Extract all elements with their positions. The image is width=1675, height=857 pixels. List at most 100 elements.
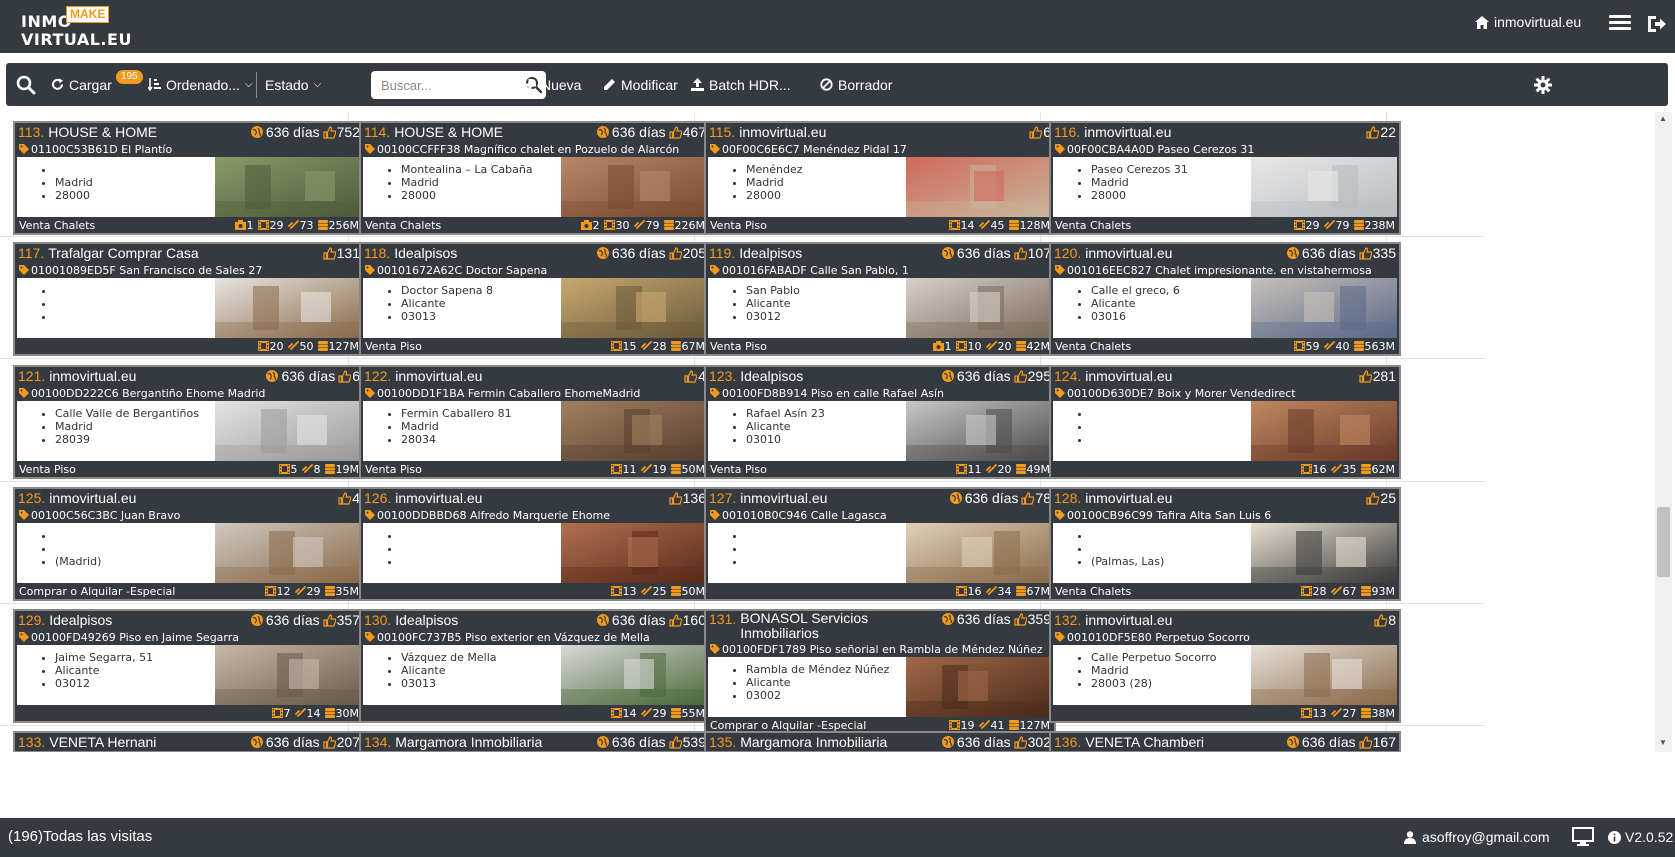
listing-thumbnail[interactable] xyxy=(215,401,361,461)
listing-thumbnail[interactable] xyxy=(906,157,1052,217)
listing-thumbnail[interactable] xyxy=(561,157,707,217)
listing-likes[interactable]: 131 xyxy=(323,245,360,261)
modificar-button[interactable]: Modificar xyxy=(603,63,678,106)
listing-likes[interactable]: 357 xyxy=(323,612,360,628)
visits-filter-label[interactable]: (196)Todas las visitas xyxy=(8,828,152,845)
monitor-icon[interactable] xyxy=(1572,827,1594,846)
listing-thumbnail[interactable] xyxy=(561,401,707,461)
listing-size-label: 128M xyxy=(1019,218,1051,232)
listing-likes[interactable]: 752 xyxy=(323,124,360,140)
listing-card[interactable]: 113. HOUSE & HOME 636 días 752 01100C53B61D … xyxy=(13,121,365,235)
listing-card[interactable]: 124. inmovirtual.eu 281 00100D630DE7 Boix y… xyxy=(1049,365,1401,479)
listing-thumbnail[interactable] xyxy=(215,645,361,705)
batch-hdr-button[interactable]: Batch HDR... xyxy=(691,63,791,106)
listing-card[interactable]: 133. VENETA Hernani 636 días 207 xyxy=(13,731,365,752)
listing-thumbnail[interactable] xyxy=(906,657,1052,717)
listing-thumbnail[interactable] xyxy=(561,645,707,705)
logout-icon[interactable] xyxy=(1645,13,1667,35)
listing-card[interactable]: 127. inmovirtual.eu 636 días 78 001010B0C946… xyxy=(704,487,1056,601)
tag-icon xyxy=(1055,510,1065,520)
brand-logo[interactable]: INMO MAKE VIRTUAL.EU xyxy=(21,6,141,49)
listing-card[interactable]: 118. Idealpisos 636 días 205 00101672A62C Do… xyxy=(359,242,711,356)
listing-likes[interactable]: 22 xyxy=(1366,124,1396,140)
listing-card[interactable]: 120. inmovirtual.eu 636 días 335 001016EEC82… xyxy=(1049,242,1401,356)
listing-likes[interactable]: 207 xyxy=(323,734,360,750)
listing-card[interactable]: 121. inmovirtual.eu 636 días 6 00100DD222C6 … xyxy=(13,365,365,479)
listing-thumbnail[interactable] xyxy=(906,278,1052,338)
listing-card[interactable]: 136. VENETA Chamberi 636 días 167 xyxy=(1049,731,1401,752)
listing-thumbnail[interactable] xyxy=(1251,523,1397,583)
listing-likes[interactable]: 167 xyxy=(1359,734,1396,750)
listing-likes[interactable]: 136 xyxy=(669,490,706,506)
listing-card[interactable]: 132. inmovirtual.eu 8 001010DF5E80 Perpetuo… xyxy=(1049,609,1401,723)
listing-likes[interactable]: 6 xyxy=(338,368,360,384)
listing-card[interactable]: 128. inmovirtual.eu 25 00100CB96C99 Tafira … xyxy=(1049,487,1401,601)
listing-likes[interactable]: 25 xyxy=(1366,490,1396,506)
toolbar-search-button[interactable] xyxy=(16,63,36,106)
listing-card[interactable]: 122. inmovirtual.eu 4 00100DD1F1BA Fermin C… xyxy=(359,365,711,479)
user-account[interactable]: asoffroy@gmail.com xyxy=(1404,829,1550,845)
listing-likes[interactable]: 281 xyxy=(1359,368,1396,384)
scroll-down-arrow-icon[interactable]: ▼ xyxy=(1659,738,1667,747)
listing-card[interactable]: 123. Idealpisos 636 días 295 00100FD8B914 Pi… xyxy=(704,365,1056,479)
listing-address-line: Alicante xyxy=(1091,297,1180,310)
listing-likes[interactable]: 205 xyxy=(669,245,706,261)
scroll-up-arrow-icon[interactable]: ▲ xyxy=(1659,114,1667,123)
listing-card[interactable]: 115. inmovirtual.eu 6 00F00C6E6C7 Menéndez … xyxy=(704,121,1056,235)
listing-likes[interactable]: 78 xyxy=(1021,490,1051,506)
listing-thumbnail[interactable] xyxy=(215,157,361,217)
upload-icon xyxy=(691,78,704,91)
listing-thumbnail[interactable] xyxy=(906,401,1052,461)
listing-likes[interactable]: 359 xyxy=(1014,611,1051,627)
listing-card[interactable]: 131. BONASOL Servicios Inmobiliarios 636 d… xyxy=(704,609,1056,735)
listing-thumbnail[interactable] xyxy=(561,278,707,338)
listing-thumbnail[interactable] xyxy=(1251,278,1397,338)
nueva-button[interactable]: Nueva xyxy=(524,63,581,106)
listing-card[interactable]: 117. Trafalgar Comprar Casa 131 01001089ED5… xyxy=(13,242,365,356)
listing-thumbnail[interactable] xyxy=(215,523,361,583)
listing-card[interactable]: 116. inmovirtual.eu 22 00F00CBA4A0D Paseo C… xyxy=(1049,121,1401,235)
link-icon xyxy=(985,341,997,350)
listing-card[interactable]: 125. inmovirtual.eu 4 00100C56C3BC Juan Bra… xyxy=(13,487,365,601)
listing-likes[interactable]: 295 xyxy=(1014,368,1051,384)
listing-thumbnail[interactable] xyxy=(1251,157,1397,217)
listing-card[interactable]: 135. Margamora Inmobiliaria 636 días 302 xyxy=(704,731,1056,752)
listings-scrollbar[interactable]: ▲ ▼ xyxy=(1655,112,1672,752)
listing-thumbnail[interactable] xyxy=(215,278,361,338)
listing-likes[interactable]: 8 xyxy=(1374,612,1396,628)
listing-likes[interactable]: 4 xyxy=(684,368,706,384)
link-icon xyxy=(640,586,652,595)
settings-button[interactable] xyxy=(1534,63,1552,106)
borrador-button[interactable]: Borrador xyxy=(820,63,892,106)
listing-card[interactable]: 134. Margamora Inmobiliaria 636 días 539 xyxy=(359,731,711,752)
listing-likes[interactable]: 160 xyxy=(669,612,706,628)
listing-card[interactable]: 129. Idealpisos 636 días 357 00100FD49269 Pi… xyxy=(13,609,365,723)
listing-likes[interactable]: 467 xyxy=(669,124,706,140)
listing-thumbnail[interactable] xyxy=(1251,401,1397,461)
brand-line2: VIRTUAL.EU xyxy=(21,30,132,49)
listing-number: 122. xyxy=(364,368,392,384)
listing-likes[interactable]: 107 xyxy=(1014,245,1051,261)
listing-thumbnail[interactable] xyxy=(561,523,707,583)
film-icon xyxy=(955,341,967,351)
listing-likes[interactable]: 302 xyxy=(1014,734,1051,750)
cargar-button[interactable]: Cargar xyxy=(51,63,112,106)
listing-card[interactable]: 114. HOUSE & HOME 636 días 467 00100CCFFF38 … xyxy=(359,121,711,235)
menu-hamburger-icon[interactable] xyxy=(1609,12,1631,34)
listing-card[interactable]: 119. Idealpisos 636 días 107 001016FABADF Ca… xyxy=(704,242,1056,356)
listing-body: Calle Valle de BergantiñosMadrid28039 xyxy=(17,401,361,461)
listing-likes[interactable]: 539 xyxy=(669,734,706,750)
scrollbar-thumb[interactable] xyxy=(1657,507,1670,577)
ordenado-dropdown[interactable]: Ordenado... ⌵ xyxy=(148,63,253,106)
listing-likes[interactable]: 6 xyxy=(1029,124,1051,140)
listing-ref: 001010DF5E80 Perpetuo Socorro xyxy=(1051,629,1399,645)
listing-likes[interactable]: 4 xyxy=(338,490,360,506)
listing-card[interactable]: 126. inmovirtual.eu 136 00100DDBBD68 Alfred… xyxy=(359,487,711,601)
listing-likes[interactable]: 335 xyxy=(1359,245,1396,261)
site-home-link[interactable]: inmovirtual.eu xyxy=(1475,14,1581,30)
listing-card[interactable]: 130. Idealpisos 636 días 160 00100FC737B5 Pi… xyxy=(359,609,711,723)
listing-thumbnail[interactable] xyxy=(1251,645,1397,705)
estado-dropdown[interactable]: Estado ⌵ xyxy=(265,63,321,106)
search-input[interactable] xyxy=(381,75,521,95)
listing-thumbnail[interactable] xyxy=(906,523,1052,583)
